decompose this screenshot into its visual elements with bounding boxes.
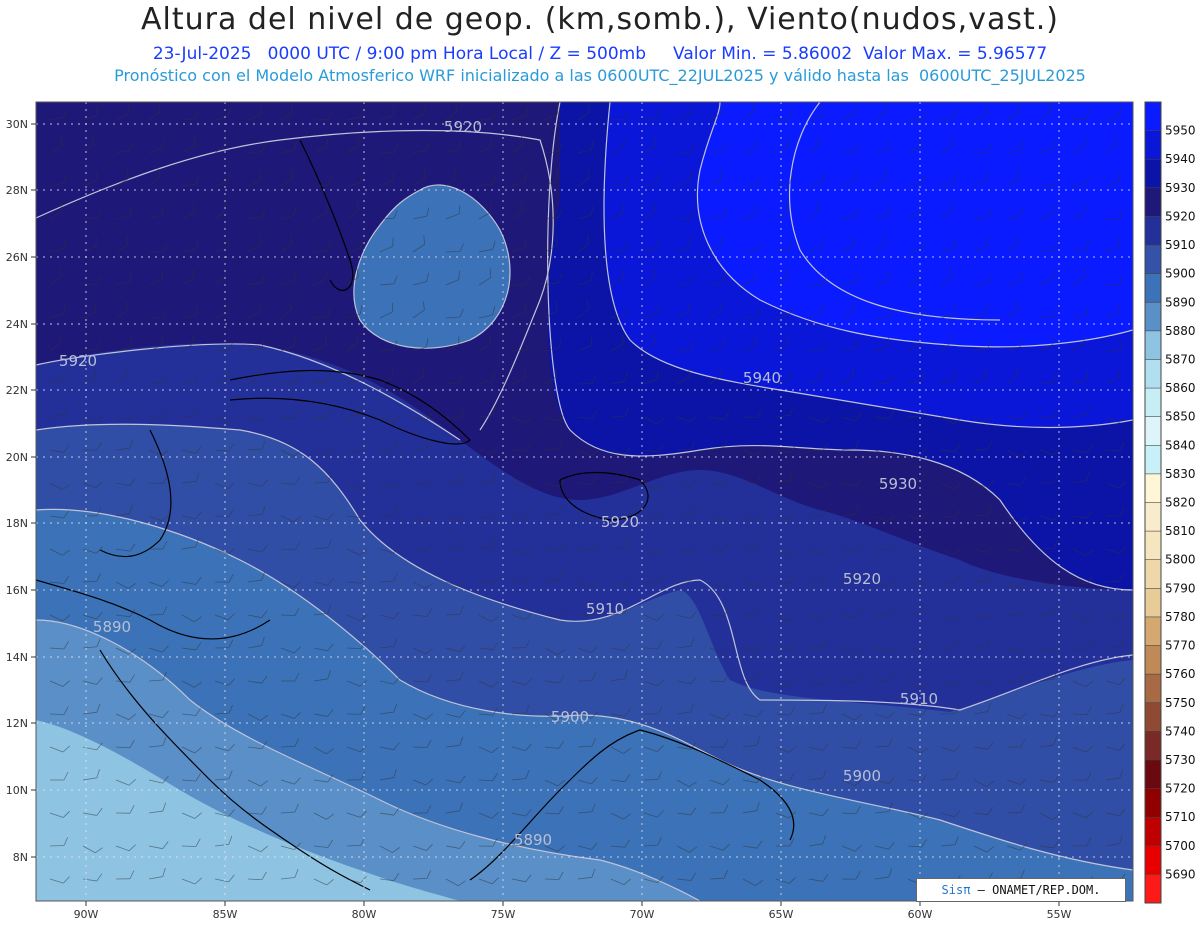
colorbar-label: 5890 [1165,295,1196,309]
contour-label: 5920 [843,570,881,588]
contour-label: 5890 [93,618,131,636]
lat-tick-label: 22N [6,384,28,397]
contour-label: 5890 [514,831,552,849]
lat-tick-label: 24N [6,318,28,331]
lat-tick-label: 10N [6,784,28,797]
colorbar-label: 5950 [1165,124,1196,138]
colorbar-label: 5780 [1165,610,1196,624]
colorbar-swatch [1145,759,1161,790]
colorbar-label: 5690 [1165,867,1196,881]
contour-label: 5920 [601,513,639,531]
colorbar-label: 5880 [1165,324,1196,338]
lon-tick-label: 80W [352,908,377,921]
lat-tick-label: 20N [6,451,28,464]
colorbar-label: 5900 [1165,267,1196,281]
colorbar-swatch [1145,302,1161,332]
colorbar-swatch [1145,445,1161,475]
colorbar-label: 5810 [1165,524,1196,538]
colorbar-swatch [1145,359,1161,389]
colorbar-label: 5800 [1165,553,1196,567]
colorbar-label: 5820 [1165,496,1196,510]
colorbar-swatch [1145,645,1161,675]
colorbar-swatch [1145,273,1161,303]
colorbar-swatch [1145,731,1161,761]
lat-tick-label: 12N [6,717,28,730]
colorbar-label: 5930 [1165,181,1196,195]
contour-label: 5920 [59,352,97,370]
lon-tick-label: 70W [630,908,655,921]
credit-box: Sisπ – ONAMET/REP.DOM. [916,878,1126,902]
colorbar: 5950 5940 5930 5920 5910 5900 5890 5880 5870 5860… [1144,101,1196,904]
colorbar-swatch [1145,817,1161,847]
lat-tick-label: 30N [6,118,28,131]
lat-tick-label: 8N [13,851,28,864]
colorbar-label: 5850 [1165,410,1196,424]
contour-label: 5910 [900,690,938,708]
colorbar-swatch [1145,531,1161,561]
colorbar-label: 5700 [1165,839,1196,853]
colorbar-swatch [1145,473,1161,503]
colorbar-swatch [1145,559,1161,589]
colorbar-swatch [1145,187,1161,217]
lon-tick-label: 60W [908,908,933,921]
lat-tick-label: 14N [6,651,28,664]
colorbar-swatch [1145,130,1161,160]
lat-tick-label: 16N [6,584,28,597]
lon-tick-label: 65W [769,908,794,921]
colorbar-label: 5830 [1165,467,1196,481]
forecast-map: 30N 28N 26N 24N 22N 20N 18N 16N 14N 12N 10N 8N 90W 8… [6,101,1196,921]
lon-tick-label: 55W [1047,908,1072,921]
colorbar-label: 5790 [1165,581,1196,595]
colorbar-swatch [1145,788,1161,818]
lat-tick-label: 26N [6,251,28,264]
colorbar-label: 5940 [1165,152,1196,166]
lon-tick-label: 75W [491,908,516,921]
contour-label: 5940 [743,369,781,387]
colorbar-swatch [1145,416,1161,446]
credit-text: – ONAMET/REP.DOM. [977,883,1101,897]
contour-label: 5930 [879,475,917,493]
colorbar-label: 5750 [1165,696,1196,710]
contour-label: 5910 [586,600,624,618]
colorbar-label: 5760 [1165,667,1196,681]
contour-label: 5920 [444,118,482,136]
geopotential-field [36,102,1133,901]
colorbar-swatch [1145,245,1161,275]
colorbar-label: 5710 [1165,810,1196,824]
colorbar-label: 5840 [1165,438,1196,452]
colorbar-swatch [1145,674,1161,704]
colorbar-label: 5740 [1165,724,1196,738]
contour-label: 5900 [551,708,589,726]
lat-tick-label: 28N [6,184,28,197]
lon-tick-label: 85W [213,908,238,921]
colorbar-swatch [1145,159,1161,189]
colorbar-label: 5860 [1165,381,1196,395]
colorbar-label: 5920 [1165,209,1196,223]
colorbar-swatch [1145,388,1161,418]
lat-tick-label: 18N [6,517,28,530]
colorbar-swatch [1145,502,1161,532]
colorbar-label: 5910 [1165,238,1196,252]
colorbar-label: 5730 [1165,753,1196,767]
colorbar-swatch [1145,616,1161,647]
colorbar-label: 5770 [1165,639,1196,653]
colorbar-swatch [1145,845,1161,875]
colorbar-swatch [1145,874,1161,904]
colorbar-label: 5720 [1165,782,1196,796]
contour-label: 5900 [843,767,881,785]
colorbar-swatch [1145,216,1161,246]
colorbar-swatch [1145,330,1161,360]
colorbar-swatch [1145,102,1161,132]
colorbar-label: 5870 [1165,352,1196,366]
brand-logo: Sisπ [941,883,971,897]
lon-tick-label: 90W [74,908,99,921]
colorbar-swatch [1145,588,1161,618]
colorbar-swatch [1145,702,1161,732]
